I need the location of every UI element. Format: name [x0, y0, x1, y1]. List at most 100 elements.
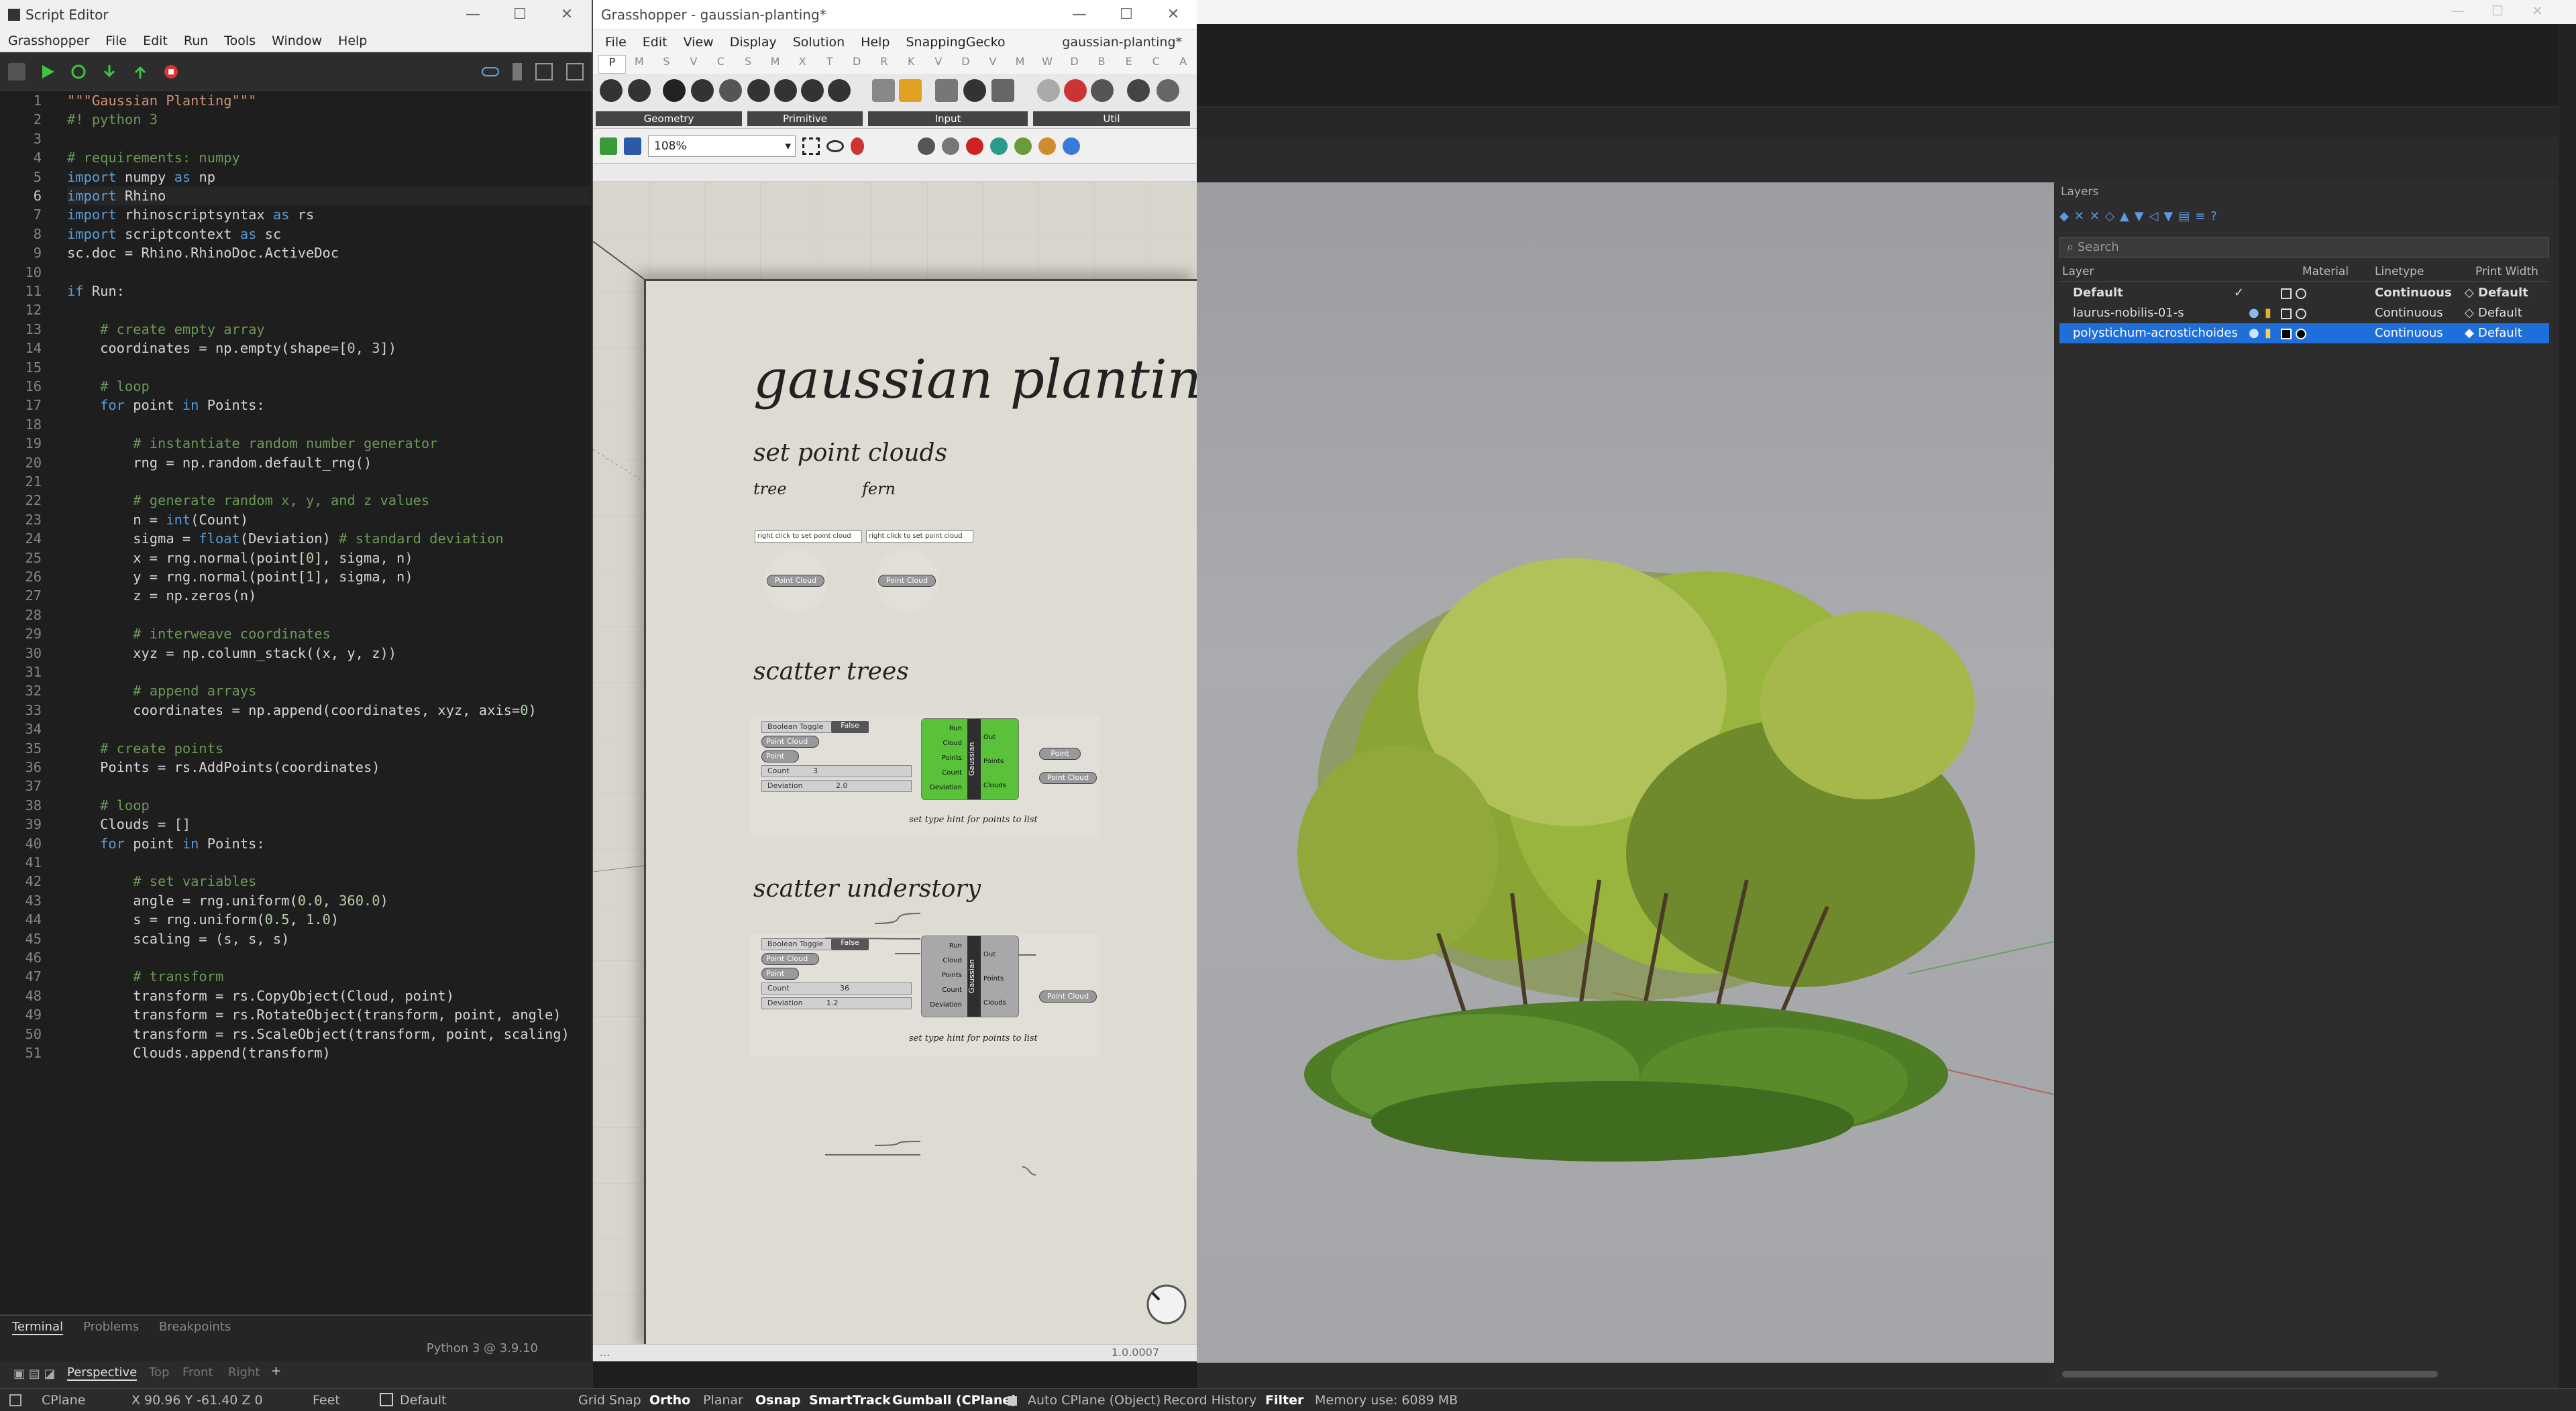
line-number[interactable]: 40 — [0, 834, 42, 853]
category-tab[interactable]: D — [1061, 55, 1088, 74]
lightbulb-icon[interactable]: ● — [2249, 323, 2259, 343]
status-layer[interactable]: Default — [400, 1393, 446, 1408]
line-number[interactable]: 31 — [0, 663, 42, 681]
menu-grasshopper[interactable]: Grasshopper — [0, 34, 97, 48]
input-tool-icon[interactable] — [899, 79, 922, 102]
line-number[interactable]: 29 — [0, 624, 42, 643]
gh-close-button[interactable]: ✕ — [1150, 0, 1197, 30]
line-number[interactable]: 17 — [0, 396, 42, 414]
menu-tools[interactable]: Tools — [216, 34, 264, 48]
category-tab[interactable]: M — [626, 55, 653, 74]
gh-menu-view[interactable]: View — [676, 35, 722, 50]
line-number[interactable]: 2 — [0, 110, 42, 129]
preview-mode-icon[interactable] — [918, 137, 935, 155]
code-line[interactable]: transform = rs.CopyObject(Cloud, point) — [67, 986, 454, 1005]
status-cplane[interactable]: CPlane — [42, 1393, 85, 1408]
gh-minimize-button[interactable]: — — [1056, 0, 1103, 30]
category-tab[interactable]: A — [1170, 55, 1197, 74]
category-tab[interactable]: S — [735, 55, 762, 74]
line-number[interactable]: 14 — [0, 339, 42, 357]
layer-material-icon[interactable] — [2296, 288, 2306, 299]
layer-color-swatch[interactable] — [2281, 288, 2292, 299]
code-line[interactable]: # create points — [67, 739, 223, 758]
code-line[interactable]: angle = rng.uniform(0.0, 360.0) — [67, 891, 388, 910]
line-number[interactable]: 25 — [0, 549, 42, 567]
code-line[interactable]: import scriptcontext as sc — [67, 225, 281, 243]
line-number[interactable]: 42 — [0, 872, 42, 891]
maximize-button[interactable]: ☐ — [496, 0, 543, 30]
line-number[interactable]: 19 — [0, 434, 42, 453]
rhino-close-button[interactable]: ✕ — [2532, 3, 2543, 19]
line-number[interactable]: 3 — [0, 129, 42, 148]
status-osnap[interactable]: Osnap — [755, 1393, 800, 1408]
code-line[interactable]: import rhinoscriptsyntax as rs — [67, 205, 314, 224]
col-print-width[interactable]: Print Width — [2475, 262, 2538, 282]
layer-linetype[interactable]: Continuous — [2375, 283, 2452, 303]
layout-icon[interactable] — [566, 62, 584, 80]
line-number[interactable]: 46 — [0, 948, 42, 967]
sketch-icon[interactable] — [851, 137, 864, 155]
panel-icon[interactable] — [535, 62, 553, 80]
geometry-tool-icon[interactable] — [628, 79, 651, 102]
gh-menu-edit[interactable]: Edit — [635, 35, 676, 50]
layer-linetype[interactable]: Continuous — [2375, 323, 2443, 343]
line-number[interactable]: 22 — [0, 491, 42, 510]
step-icon[interactable] — [101, 63, 118, 80]
code-line[interactable]: if Run: — [67, 282, 125, 300]
code-line[interactable]: s = rng.uniform(0.5, 1.0) — [67, 910, 339, 929]
lock-icon[interactable]: ▮ — [2265, 323, 2271, 343]
gh-menu-help[interactable]: Help — [853, 35, 898, 50]
python-version[interactable]: Python 3 @ 3.9.10 — [427, 1341, 538, 1355]
layer-linetype[interactable]: Continuous — [2375, 303, 2443, 323]
tab-top[interactable]: Top — [149, 1365, 169, 1379]
util-tool-icon[interactable] — [1127, 79, 1150, 102]
line-number[interactable]: 38 — [0, 796, 42, 815]
line-number[interactable]: 47 — [0, 967, 42, 986]
code-line[interactable]: n = int(Count) — [67, 510, 248, 529]
line-number[interactable]: 32 — [0, 681, 42, 700]
status-units[interactable]: Feet — [313, 1393, 340, 1408]
line-number[interactable]: 27 — [0, 586, 42, 605]
layer-print-width[interactable]: Default — [2478, 323, 2522, 343]
minimize-button[interactable]: — — [449, 0, 496, 30]
col-material[interactable]: Material — [2302, 262, 2349, 282]
preview-mode-icon[interactable] — [966, 137, 983, 155]
category-tab[interactable]: V — [680, 55, 708, 74]
line-number[interactable]: 50 — [0, 1025, 42, 1043]
input-tool-icon[interactable] — [963, 79, 986, 102]
code-line[interactable]: """Gaussian Planting""" — [67, 91, 256, 110]
code-line[interactable]: # set variables — [67, 872, 256, 891]
code-line[interactable]: # instantiate random number generator — [67, 434, 437, 453]
menu-window[interactable]: Window — [264, 34, 330, 48]
primitive-tool-icon[interactable] — [801, 79, 824, 102]
tab-front[interactable]: Front — [182, 1365, 213, 1379]
status-planar[interactable]: Planar — [703, 1393, 743, 1408]
code-line[interactable]: y = rng.normal(point[1], sigma, n) — [67, 567, 413, 586]
code-line[interactable]: # append arrays — [67, 681, 256, 700]
status-filter[interactable]: Filter — [1265, 1393, 1303, 1408]
run-icon[interactable] — [39, 63, 56, 80]
layer-color-swatch[interactable] — [2281, 308, 2292, 319]
tab-breakpoints[interactable]: Breakpoints — [159, 1320, 231, 1335]
gh-menu-solution[interactable]: Solution — [785, 35, 853, 50]
display-mode-icon[interactable] — [990, 137, 1008, 155]
col-linetype[interactable]: Linetype — [2375, 262, 2424, 282]
code-line[interactable]: sigma = float(Deviation) # standard devi… — [67, 529, 503, 548]
code-line[interactable]: Clouds = [] — [67, 815, 191, 834]
stop-icon[interactable] — [162, 63, 180, 80]
category-tab[interactable]: V — [979, 55, 1007, 74]
status-layer-swatch[interactable] — [380, 1393, 393, 1406]
line-number[interactable]: 1 — [0, 91, 42, 110]
perspective-viewport[interactable] — [1197, 182, 2054, 1363]
open-file-icon[interactable] — [600, 137, 617, 155]
code-line[interactable]: xyz = np.column_stack((x, y, z)) — [67, 644, 396, 663]
util-tool-icon[interactable] — [1064, 79, 1087, 102]
status-gumball[interactable]: Gumball (CPlane) — [892, 1393, 1017, 1408]
code-editor[interactable]: 1 """Gaussian Planting""" 2 #! python 3 3 4 # … — [0, 91, 592, 1312]
layer-color-swatch[interactable] — [2281, 329, 2292, 339]
code-line[interactable]: # requirements: numpy — [67, 148, 240, 167]
code-line[interactable]: # generate random x, y, and z values — [67, 491, 429, 510]
util-tool-icon[interactable] — [1091, 79, 1114, 102]
line-number[interactable]: 20 — [0, 453, 42, 472]
layer-row-laurus[interactable]: laurus-nobilis-01-s ● ▮ Continuous ◇ Def… — [2059, 303, 2549, 323]
